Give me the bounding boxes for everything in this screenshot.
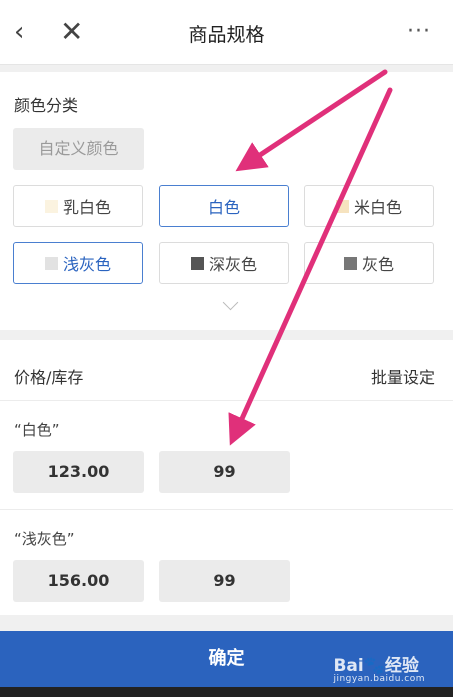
color-option-label: 乳白色 (62, 198, 111, 217)
color-option-label: 灰色 (361, 255, 394, 274)
color-option-beige-white[interactable]: 米白色 (304, 185, 434, 227)
top-bar: ‹ ✕ 商品规格 ··· (0, 0, 453, 65)
color-option-label: 深灰色 (208, 255, 257, 274)
bottom-strip (0, 687, 453, 697)
color-option-dark-gray[interactable]: 深灰色 (159, 242, 289, 284)
watermark-url: jingyan.baidu.com (333, 674, 425, 684)
price-stock-section: 价格/库存 批量设定 “白色” 123.00 99 “浅灰色” 156.00 9… (0, 340, 453, 615)
divider (0, 509, 453, 510)
price-stock-label: 价格/库存 (14, 368, 84, 387)
color-option-label: 米白色 (353, 198, 402, 217)
watermark-brand: Bai🐾经验 (333, 656, 419, 676)
stock-input[interactable]: 99 (159, 560, 290, 602)
price-input[interactable]: 123.00 (13, 451, 144, 493)
swatch-icon (44, 256, 58, 270)
color-option-milk-white[interactable]: 乳白色 (13, 185, 143, 227)
color-option-light-gray[interactable]: 浅灰色 (13, 242, 143, 284)
custom-color-button[interactable]: 自定义颜色 (13, 128, 144, 170)
stock-input[interactable]: 99 (159, 451, 290, 493)
price-stock-header: 价格/库存 批量设定 (0, 340, 453, 401)
color-option-label: 浅灰色 (62, 255, 111, 274)
page-title: 商品规格 (188, 24, 265, 46)
price-input[interactable]: 156.00 (13, 560, 144, 602)
watermark-logo: Bai🐾经验 jingyan.baidu.com (333, 651, 425, 684)
color-section-label: 颜色分类 (14, 96, 79, 115)
bulk-set-button[interactable]: 批量设定 (371, 364, 435, 388)
chevron-down-icon[interactable] (222, 294, 239, 311)
swatch-icon (343, 256, 357, 270)
color-option-label: 白色 (207, 198, 240, 217)
swatch-icon (44, 199, 58, 213)
swatch-icon (190, 256, 204, 270)
swatch-icon (335, 199, 349, 213)
more-icon[interactable]: ··· (407, 18, 431, 46)
color-option-gray[interactable]: 灰色 (304, 242, 434, 284)
variant-name: “白色” (14, 421, 60, 439)
variant-name: “浅灰色” (14, 530, 75, 548)
color-option-white[interactable]: 白色 (159, 185, 289, 227)
color-section: 颜色分类 自定义颜色 乳白色 白色 米白色 浅灰色 深灰色 灰色 (0, 72, 453, 330)
